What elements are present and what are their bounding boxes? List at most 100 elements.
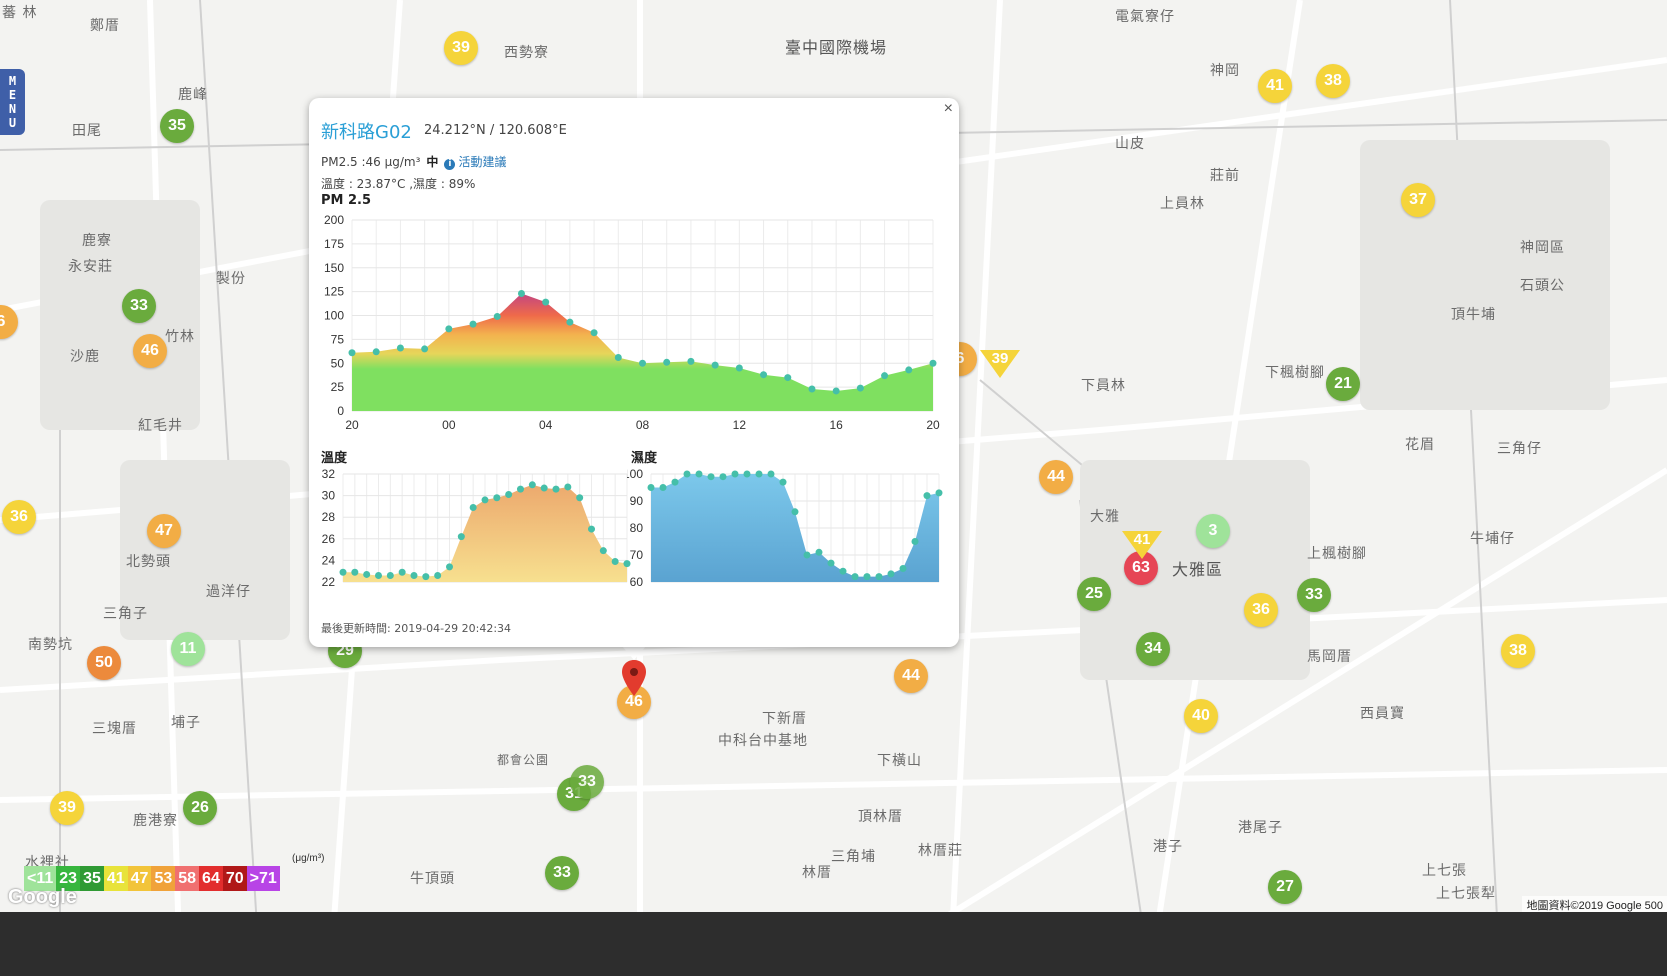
triangle-marker[interactable]: 41 <box>1122 531 1162 559</box>
data-point <box>363 570 371 578</box>
place-label: 沙鹿 <box>70 349 100 365</box>
station-marker[interactable]: 35 <box>160 109 194 143</box>
legend-item: 58 <box>175 866 200 891</box>
place-label: 上楓樹腳 <box>1307 546 1367 562</box>
data-point <box>779 478 787 486</box>
data-point <box>588 525 595 533</box>
place-label: 莊前 <box>1210 168 1240 184</box>
data-point <box>469 503 477 511</box>
data-point <box>505 491 513 499</box>
pm-line: PM2.5 :46 μg/m³ 中 i 活動建議 <box>321 153 506 170</box>
place-label: 西勢寮 <box>504 45 549 61</box>
data-point <box>351 568 359 576</box>
close-icon[interactable]: × <box>944 100 953 118</box>
station-marker[interactable]: 36 <box>2 500 36 534</box>
data-point <box>929 359 937 367</box>
legend-item: >71 <box>246 866 280 891</box>
y-tick-label: 200 <box>324 213 344 227</box>
station-marker[interactable]: 40 <box>1184 699 1218 733</box>
y-tick-label: 90 <box>630 494 644 508</box>
y-tick-label: 50 <box>331 356 345 370</box>
station-marker[interactable]: 25 <box>1077 577 1111 611</box>
data-point <box>445 325 453 333</box>
data-point <box>911 538 919 545</box>
station-marker[interactable]: 33 <box>545 856 579 890</box>
place-label: 山皮 <box>1115 136 1145 152</box>
y-tick-label: 28 <box>322 510 336 524</box>
data-point <box>566 318 574 326</box>
pm-chart: 0 25 50 75 100 125 150 175 200 20 00 04 08 12 16 20 <box>324 213 940 432</box>
station-marker[interactable]: 38 <box>1316 64 1350 98</box>
menu-button[interactable]: MENU <box>0 69 25 135</box>
y-tick-label: 24 <box>322 553 336 567</box>
place-label: 大雅區 <box>1172 560 1224 579</box>
place-label: 下新厝 <box>762 711 807 727</box>
data-point <box>935 489 943 497</box>
legend-unit: (μg/m³) <box>292 853 325 864</box>
station-marker[interactable]: 50 <box>87 646 121 680</box>
data-point <box>481 496 489 504</box>
location-pin-icon[interactable] <box>622 660 646 696</box>
info-icon: i <box>444 159 456 170</box>
y-tick-label: 100 <box>324 309 344 323</box>
station-marker[interactable]: 27 <box>1268 870 1302 904</box>
data-point <box>695 470 703 478</box>
station-marker[interactable]: 11 <box>171 632 205 666</box>
station-marker[interactable]: 3 <box>1196 514 1230 548</box>
place-label: 大雅 <box>1090 509 1120 525</box>
station-marker[interactable]: 44 <box>894 659 928 693</box>
station-marker[interactable]: 38 <box>1501 634 1535 668</box>
station-marker[interactable]: 41 <box>1258 69 1292 103</box>
station-marker[interactable]: 26 <box>183 791 217 825</box>
x-tick-label: 00 <box>442 418 456 432</box>
place-label: 下楓樹腳 <box>1265 365 1325 381</box>
station-marker[interactable]: 36 <box>1244 593 1278 627</box>
station-marker[interactable]: 33 <box>570 765 604 799</box>
place-label: 牛頂頭 <box>410 871 455 887</box>
station-marker[interactable]: 44 <box>1039 460 1073 494</box>
data-point <box>863 573 871 581</box>
place-label: 花眉 <box>1405 437 1435 453</box>
place-label: 竹林 <box>165 329 195 345</box>
data-point <box>614 354 622 362</box>
data-point <box>827 559 835 567</box>
google-logo: Google <box>8 886 77 908</box>
activity-advice-link[interactable]: i 活動建議 <box>444 153 506 170</box>
station-marker[interactable]: 33 <box>122 289 156 323</box>
station-marker[interactable]: 34 <box>1136 632 1170 666</box>
legend-item: 41 <box>103 866 128 891</box>
place-label: 鄭厝 <box>90 18 120 34</box>
legend-item: 64 <box>199 866 223 891</box>
station-marker[interactable]: 39 <box>50 791 84 825</box>
station-marker[interactable]: 47 <box>147 514 181 548</box>
data-point <box>839 567 847 575</box>
data-point <box>647 484 655 491</box>
data-point <box>803 551 811 559</box>
station-marker[interactable]: 39 <box>444 31 478 65</box>
station-marker[interactable]: 37 <box>1401 183 1435 217</box>
station-marker[interactable]: 33 <box>1297 578 1331 612</box>
place-label: 西員寶 <box>1360 706 1405 722</box>
x-tick-label: 08 <box>636 418 650 432</box>
x-tick-label: 16 <box>829 418 843 432</box>
data-point <box>517 290 525 298</box>
place-label: 神岡 <box>1210 63 1240 79</box>
data-point <box>735 364 743 372</box>
station-marker[interactable]: 21 <box>1326 367 1360 401</box>
humidity-chart: 60 70 80 90 100 <box>627 467 943 589</box>
data-point <box>639 359 646 367</box>
data-point <box>755 470 763 478</box>
data-point <box>767 470 775 478</box>
popup-tail <box>622 646 646 660</box>
station-popup: × 新科路G02 24.212°N / 120.608°E PM2.5 :46 … <box>309 98 959 647</box>
place-label: 港子 <box>1153 839 1183 855</box>
data-point <box>552 485 560 493</box>
station-marker[interactable]: 46 <box>133 334 167 368</box>
x-tick-label: 20 <box>926 418 940 432</box>
triangle-marker[interactable]: 39 <box>980 350 1020 378</box>
pm-value: PM2.5 :46 μg/m³ <box>321 154 421 169</box>
place-label: 三角埔 <box>831 849 876 865</box>
data-point <box>422 573 430 581</box>
station-coords: 24.212°N / 120.608°E <box>424 123 567 138</box>
y-tick-label: 60 <box>630 575 644 589</box>
